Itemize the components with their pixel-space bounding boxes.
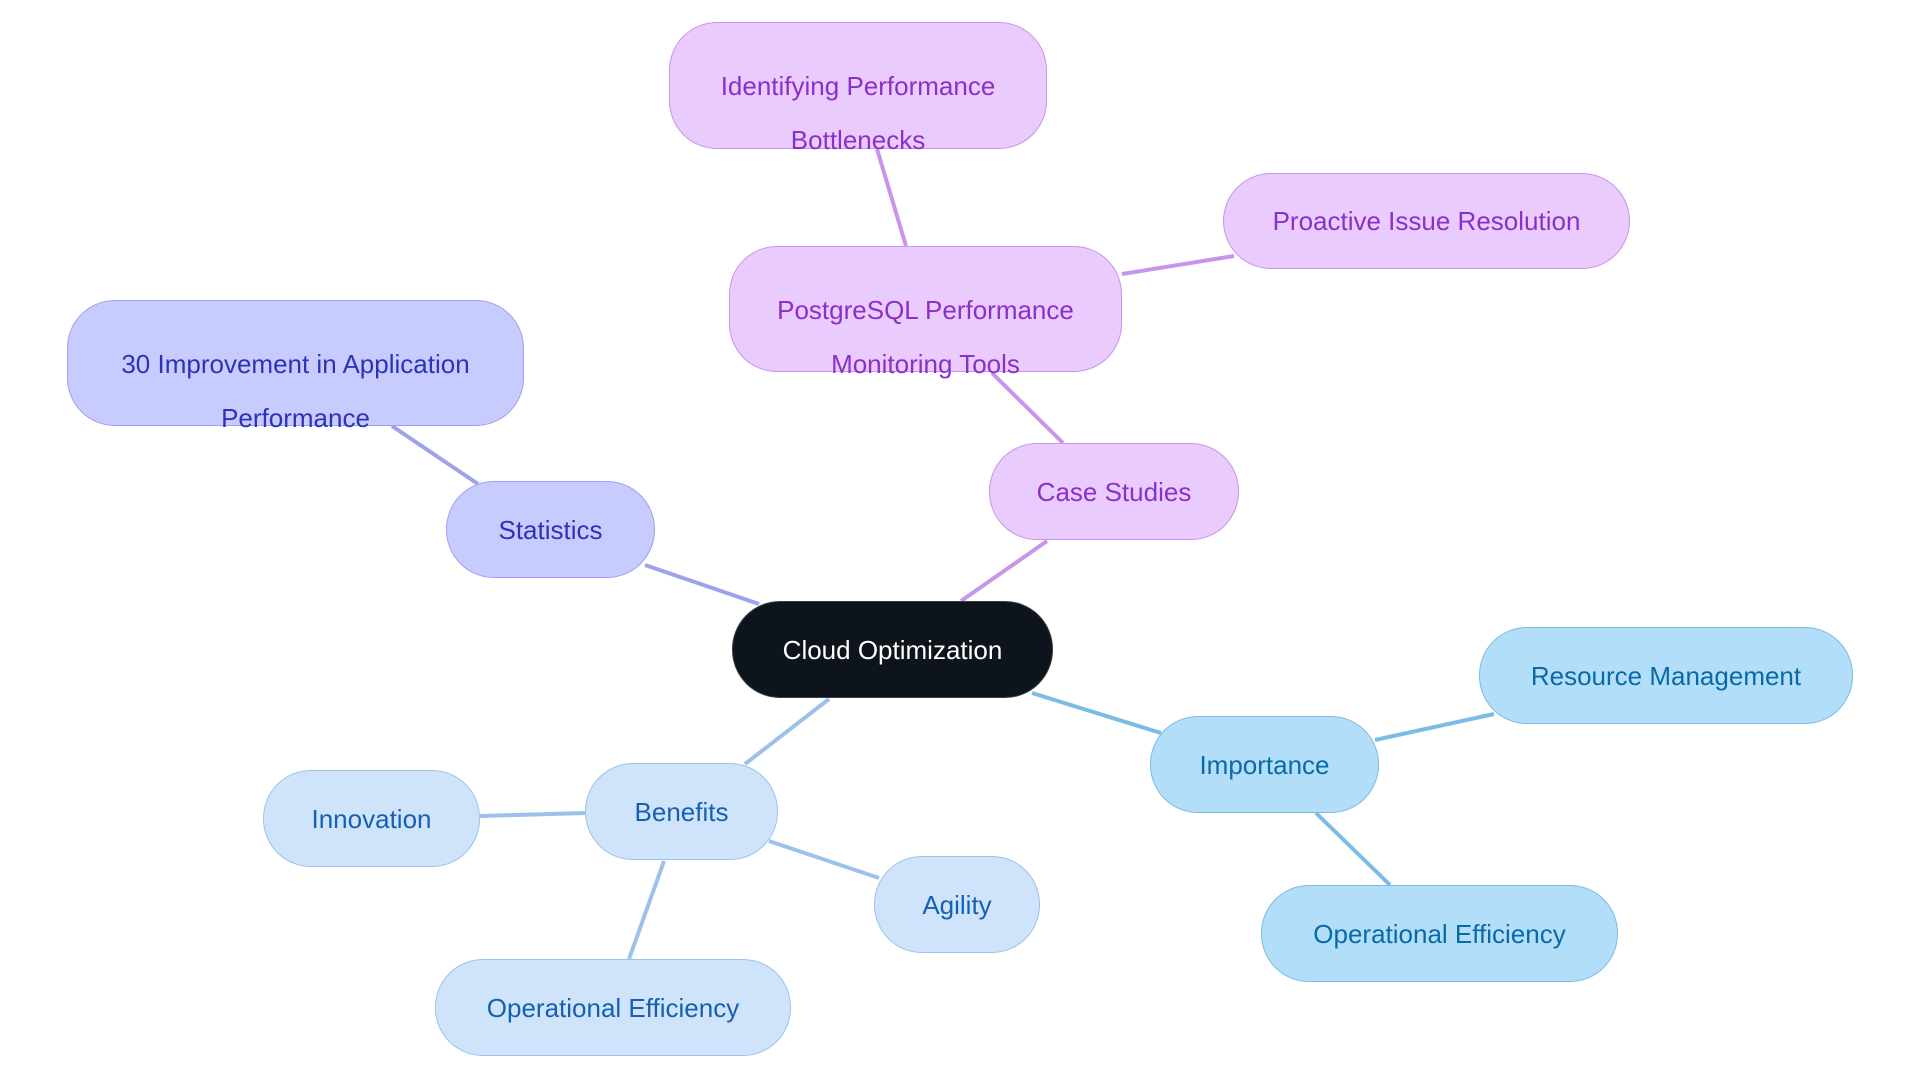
node-cloud-optimization[interactable]: Cloud Optimization <box>732 601 1053 698</box>
edge-root-case-studies <box>959 539 1049 603</box>
node-label: Agility <box>922 889 992 920</box>
node-label-line: 30 Improvement in Application <box>121 349 470 379</box>
edge-postgres-proactive <box>1121 254 1235 276</box>
node-label: Innovation <box>311 803 432 834</box>
node-statistics[interactable]: Statistics <box>446 481 655 578</box>
edge-statistics-improvement <box>390 424 480 486</box>
edge-postgres-bottlenecks <box>875 148 908 247</box>
node-label: Operational Efficiency <box>1313 918 1566 949</box>
node-30-improvement[interactable]: 30 Improvement in Application Performanc… <box>67 300 524 433</box>
node-innovation[interactable]: Innovation <box>263 770 480 867</box>
node-identifying-bottlenecks[interactable]: Identifying Performance Bottlenecks <box>669 22 1047 155</box>
node-label: Benefits <box>634 796 729 827</box>
node-resource-management[interactable]: Resource Management <box>1479 627 1853 724</box>
node-label-line: Bottlenecks <box>790 125 926 155</box>
node-proactive-issue-resolution[interactable]: Proactive Issue Resolution <box>1223 173 1630 269</box>
edge-case-studies-postgres <box>990 371 1065 445</box>
node-label-line: PostgreSQL Performance <box>777 295 1074 325</box>
node-case-studies[interactable]: Case Studies <box>989 443 1239 540</box>
node-label-line: Monitoring Tools <box>831 349 1020 379</box>
node-agility[interactable]: Agility <box>874 856 1040 953</box>
edge-benefits-innovation <box>479 811 586 818</box>
node-label: Operational Efficiency <box>486 992 740 1023</box>
node-benefits[interactable]: Benefits <box>585 763 778 860</box>
node-label: 30 Improvement in Application Performanc… <box>101 325 489 433</box>
node-postgresql-monitoring-tools[interactable]: PostgreSQL Performance Monitoring Tools <box>729 246 1122 379</box>
edge-root-importance <box>1031 691 1162 735</box>
edge-root-statistics <box>644 563 760 606</box>
node-label: Cloud Optimization <box>782 634 1003 665</box>
node-label: Importance <box>1199 749 1330 780</box>
node-operational-efficiency-benefits[interactable]: Operational Efficiency <box>435 959 791 1056</box>
node-label: Case Studies <box>1036 476 1192 507</box>
edge-importance-resource <box>1374 712 1495 742</box>
node-importance[interactable]: Importance <box>1150 716 1379 813</box>
node-operational-efficiency-importance[interactable]: Operational Efficiency <box>1261 885 1618 982</box>
node-label-line: Identifying Performance <box>720 71 996 101</box>
node-label: Resource Management <box>1530 660 1802 691</box>
node-label: PostgreSQL Performance Monitoring Tools <box>757 271 1094 379</box>
edge-root-benefits <box>743 697 831 766</box>
edge-benefits-agility <box>768 839 880 880</box>
edge-importance-opeff <box>1314 811 1392 887</box>
node-label-line: Performance <box>221 403 370 433</box>
node-label: Statistics <box>498 514 603 545</box>
node-label: Identifying Performance Bottlenecks <box>701 47 1016 155</box>
node-label: Proactive Issue Resolution <box>1272 206 1581 236</box>
edge-benefits-opeff <box>627 860 666 960</box>
